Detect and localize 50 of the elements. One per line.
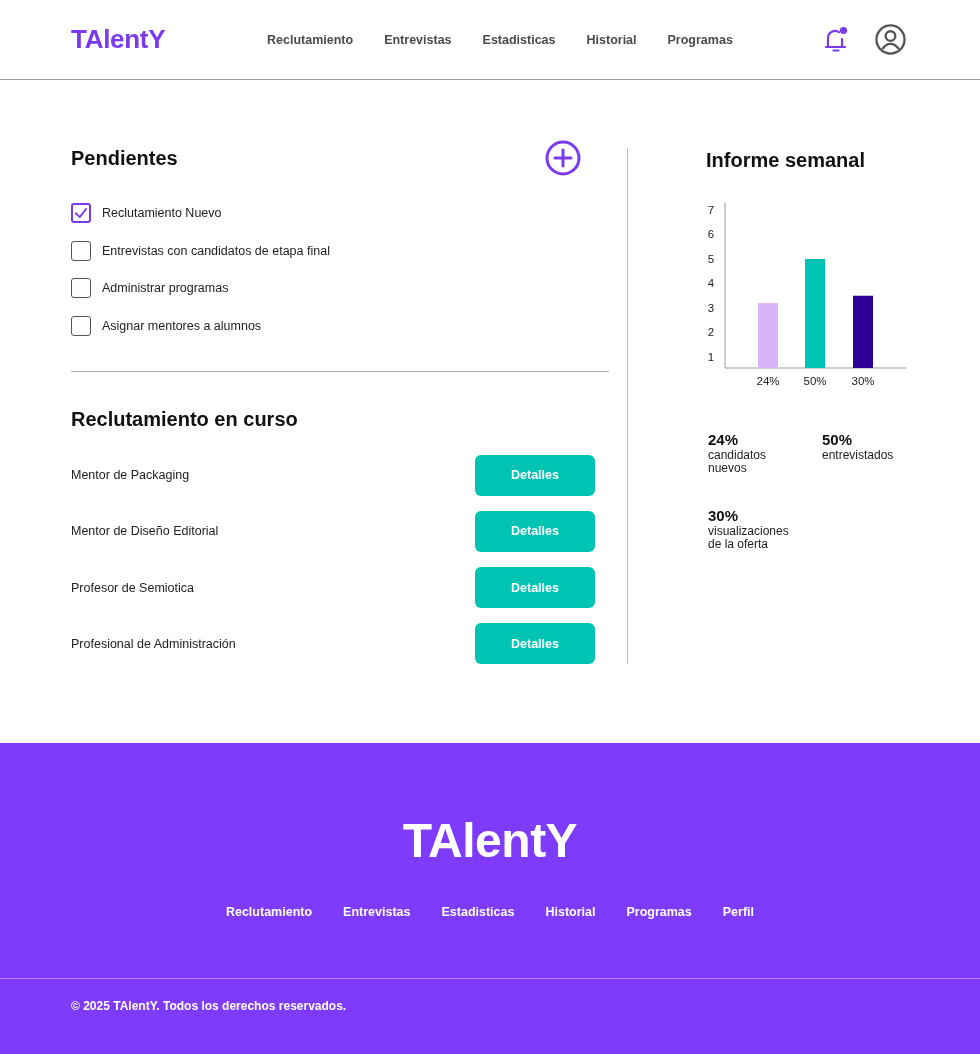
checkmark-icon xyxy=(75,208,87,218)
stat-label: candidatos nuevos xyxy=(708,449,768,474)
copyright-text: © 2025 TAlentY. Todos los derechos reservados. xyxy=(71,998,347,1013)
checkbox[interactable] xyxy=(71,278,91,298)
y-tick-label: 3 xyxy=(707,302,715,314)
task-label: Asignar mentores a alumnos xyxy=(102,318,262,333)
footer-link[interactable]: Historial xyxy=(545,904,596,921)
footer-link[interactable]: Entrevistas xyxy=(343,904,411,921)
stat-value: 24% xyxy=(708,431,739,449)
nav-link[interactable]: Programas xyxy=(667,32,733,47)
section-heading: Reclutamiento en curso xyxy=(71,406,298,431)
task-label: Entrevistas con candidatos de etapa final xyxy=(102,243,330,258)
footer-link[interactable]: Reclutamiento xyxy=(225,904,313,921)
y-tick-label: 5 xyxy=(707,253,715,265)
footer-link[interactable]: Estadisticas xyxy=(441,904,515,921)
y-tick-label: 7 xyxy=(707,204,715,216)
footer-link[interactable]: Programas xyxy=(626,904,692,921)
y-tick-label: 1 xyxy=(707,351,715,363)
x-tick-label: 30% xyxy=(851,375,875,387)
user-profile-icon[interactable] xyxy=(875,24,906,55)
y-tick-label: 6 xyxy=(707,228,715,241)
y-tick-label: 2 xyxy=(707,326,715,339)
footer-link[interactable]: Perfil xyxy=(722,904,755,921)
y-tick-label: 4 xyxy=(707,277,715,290)
x-tick-label: 50% xyxy=(803,375,827,387)
section-heading: Informe semanal xyxy=(706,148,865,172)
nav-link[interactable]: Estadisticas xyxy=(482,32,556,47)
logo[interactable]: TAlentY xyxy=(71,24,166,55)
chart-bar xyxy=(758,303,778,368)
nav-link[interactable]: Entrevistas xyxy=(384,32,452,47)
x-tick-label: 24% xyxy=(756,375,780,387)
stat-label: visualizaciones de la oferta xyxy=(708,525,790,550)
task-label: Administrar programas xyxy=(102,281,229,295)
job-title: Profesor de Semiotica xyxy=(71,580,194,595)
notification-bell-icon[interactable] xyxy=(823,25,849,54)
checkbox[interactable] xyxy=(71,203,91,223)
nav-link[interactable]: Historial xyxy=(586,32,637,47)
stat-value: 50% xyxy=(822,431,853,449)
checkbox[interactable] xyxy=(71,315,91,336)
task-label: Reclutamiento Nuevo xyxy=(102,206,222,220)
nav-link[interactable]: Reclutamiento xyxy=(267,32,354,47)
stat-label: entrevistados xyxy=(822,449,894,462)
job-title: Mentor de Diseño Editorial xyxy=(71,524,219,539)
section-heading: Pendientes xyxy=(71,146,178,170)
add-circle-icon[interactable] xyxy=(545,140,581,176)
footer-logo[interactable]: TAlentY xyxy=(402,813,578,870)
checkbox[interactable] xyxy=(71,240,91,261)
job-title: Mentor de Packaging xyxy=(71,468,190,482)
stat-value: 30% xyxy=(708,507,739,525)
job-title: Profesional de Administración xyxy=(71,636,236,651)
